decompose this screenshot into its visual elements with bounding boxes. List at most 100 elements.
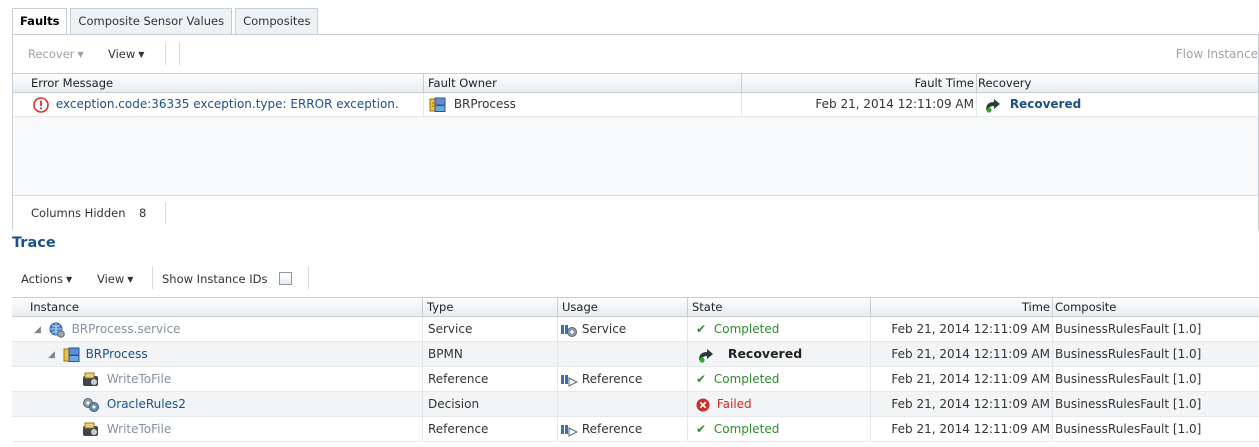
trace-toolbar: Actions ▼ View ▼ Show Instance IDs: [12, 262, 1259, 296]
tab-composites[interactable]: Composites: [235, 8, 319, 34]
usage-text: Reference: [581, 422, 643, 436]
instance-link[interactable]: BRProcess.service: [72, 322, 181, 336]
failed-x-icon: [696, 398, 710, 411]
column-divider: [870, 367, 871, 391]
faults-view-menu-button[interactable]: View ▼: [108, 47, 144, 61]
column-divider: [976, 74, 977, 93]
trace-row[interactable]: ◢ BRProcess BPMN Recovered Feb 21, 2014 …: [12, 342, 1259, 367]
error-circle-icon: [33, 96, 49, 113]
usage-text: Reference: [581, 372, 643, 386]
expand-toggle-icon[interactable]: ◢: [48, 343, 55, 367]
show-instance-ids-label: Show Instance IDs: [162, 272, 268, 286]
expand-toggle-icon[interactable]: ◢: [34, 318, 41, 342]
business-rules-icon: [83, 397, 99, 412]
show-instance-ids-toggle[interactable]: Show Instance IDs: [162, 272, 293, 286]
reference-icon: [561, 374, 578, 387]
tab-faults[interactable]: Faults: [12, 8, 68, 35]
composite-cell: BusinessRulesFault [1.0]: [1055, 347, 1202, 361]
service-globe-icon: [49, 322, 65, 338]
type-cell: Reference: [428, 372, 489, 386]
flow-instance-label[interactable]: Flow Instance: [1176, 47, 1258, 61]
trace-view-menu-button[interactable]: View ▼: [97, 272, 133, 286]
bpmn-process-icon: [429, 97, 446, 112]
tab-bar: Faults Composite Sensor Values Composite…: [12, 8, 321, 35]
actions-menu-button[interactable]: Actions ▼: [21, 272, 72, 286]
column-divider: [687, 367, 688, 391]
fault-owner-cell: BRProcess: [429, 93, 516, 117]
chevron-down-icon: ▼: [77, 50, 84, 59]
file-adapter-icon: [83, 372, 98, 386]
tab-composite-sensor-values[interactable]: Composite Sensor Values: [70, 8, 233, 34]
state-text: Completed: [713, 422, 780, 436]
fault-row[interactable]: exception.code:36335 exception.type: ERR…: [13, 93, 1258, 117]
column-type[interactable]: Type: [427, 298, 453, 317]
trace-row[interactable]: ◢ BRProcess.service Service Service ✔ Co…: [12, 317, 1259, 342]
recovered-link[interactable]: Recovered: [1010, 97, 1081, 111]
column-divider: [976, 93, 977, 117]
time-cell: Feb 21, 2014 12:11:09 AM: [891, 397, 1050, 411]
composite-cell: BusinessRulesFault [1.0]: [1055, 397, 1202, 411]
type-cell: Service: [428, 322, 473, 336]
instance-cell[interactable]: OracleRules2: [82, 392, 186, 416]
column-divider: [1052, 317, 1053, 341]
column-divider: [870, 317, 871, 341]
column-divider: [1052, 392, 1053, 416]
composite-cell: BusinessRulesFault [1.0]: [1055, 322, 1202, 336]
column-divider: [870, 392, 871, 416]
usage-text: Service: [581, 322, 627, 336]
state-cell: ✔ Completed: [696, 317, 779, 341]
state-cell: ✔ Completed: [696, 417, 779, 441]
instance-link[interactable]: WriteToFile: [107, 422, 171, 436]
instance-link[interactable]: WriteToFile: [107, 372, 171, 386]
column-divider: [557, 317, 558, 341]
check-icon: ✔: [696, 372, 707, 386]
column-instance[interactable]: Instance: [30, 298, 79, 317]
toolbar-divider: [308, 267, 309, 289]
instance-link[interactable]: BRProcess: [86, 347, 148, 361]
column-error-message[interactable]: Error Message: [31, 74, 113, 93]
chevron-down-icon: ▼: [138, 50, 145, 59]
column-usage[interactable]: Usage: [562, 298, 598, 317]
toolbar-divider: [179, 43, 180, 65]
recover-label: Recover: [28, 47, 75, 61]
column-divider: [422, 298, 423, 317]
usage-cell: Reference: [560, 417, 642, 441]
column-divider: [870, 298, 871, 317]
instance-cell[interactable]: ◢ BRProcess: [48, 342, 148, 366]
recovery-cell[interactable]: Recovered: [983, 93, 1081, 117]
column-recovery[interactable]: Recovery: [978, 74, 1031, 93]
column-divider: [687, 417, 688, 441]
recover-menu-button[interactable]: Recover ▼: [28, 47, 84, 61]
trace-row[interactable]: WriteToFile Reference Reference ✔ Comple…: [12, 417, 1259, 442]
state-text: Completed: [713, 372, 780, 386]
column-divider: [557, 417, 558, 441]
column-divider: [741, 93, 742, 117]
instance-cell[interactable]: WriteToFile: [82, 417, 171, 441]
column-divider: [422, 342, 423, 366]
column-state[interactable]: State: [692, 298, 722, 317]
trace-table-header: Instance Type Usage State Time Composite: [12, 297, 1259, 317]
error-message-link[interactable]: exception.code:36335 exception.type: ERR…: [56, 97, 399, 111]
trace-row[interactable]: OracleRules2 Decision Failed Feb 21, 201…: [12, 392, 1259, 417]
instance-cell[interactable]: ◢ BRProcess.service: [34, 317, 180, 341]
toolbar-divider: [165, 43, 166, 65]
error-message-cell[interactable]: exception.code:36335 exception.type: ERR…: [33, 93, 399, 117]
column-time[interactable]: Time: [874, 298, 1050, 317]
check-icon: ✔: [696, 422, 707, 436]
column-composite[interactable]: Composite: [1055, 298, 1116, 317]
instance-cell[interactable]: WriteToFile: [82, 367, 171, 391]
state-text: Completed: [713, 322, 780, 336]
view-label: View: [108, 47, 136, 61]
show-instance-ids-checkbox[interactable]: [279, 272, 293, 285]
trace-row[interactable]: WriteToFile Reference Reference ✔ Comple…: [12, 367, 1259, 392]
state-text: Failed: [716, 397, 752, 411]
column-fault-owner[interactable]: Fault Owner: [428, 74, 497, 93]
recovered-arrow-icon: [986, 98, 1000, 113]
column-fault-time[interactable]: Fault Time: [746, 74, 974, 93]
time-cell: Feb 21, 2014 12:11:09 AM: [891, 347, 1050, 361]
faults-toolbar: Recover ▼ View ▼ Flow Instance: [13, 35, 1258, 73]
instance-link[interactable]: OracleRules2: [107, 397, 186, 411]
usage-cell: Reference: [560, 367, 642, 391]
usage-cell: Service: [560, 317, 626, 341]
columns-hidden-count[interactable]: 8: [139, 206, 146, 220]
